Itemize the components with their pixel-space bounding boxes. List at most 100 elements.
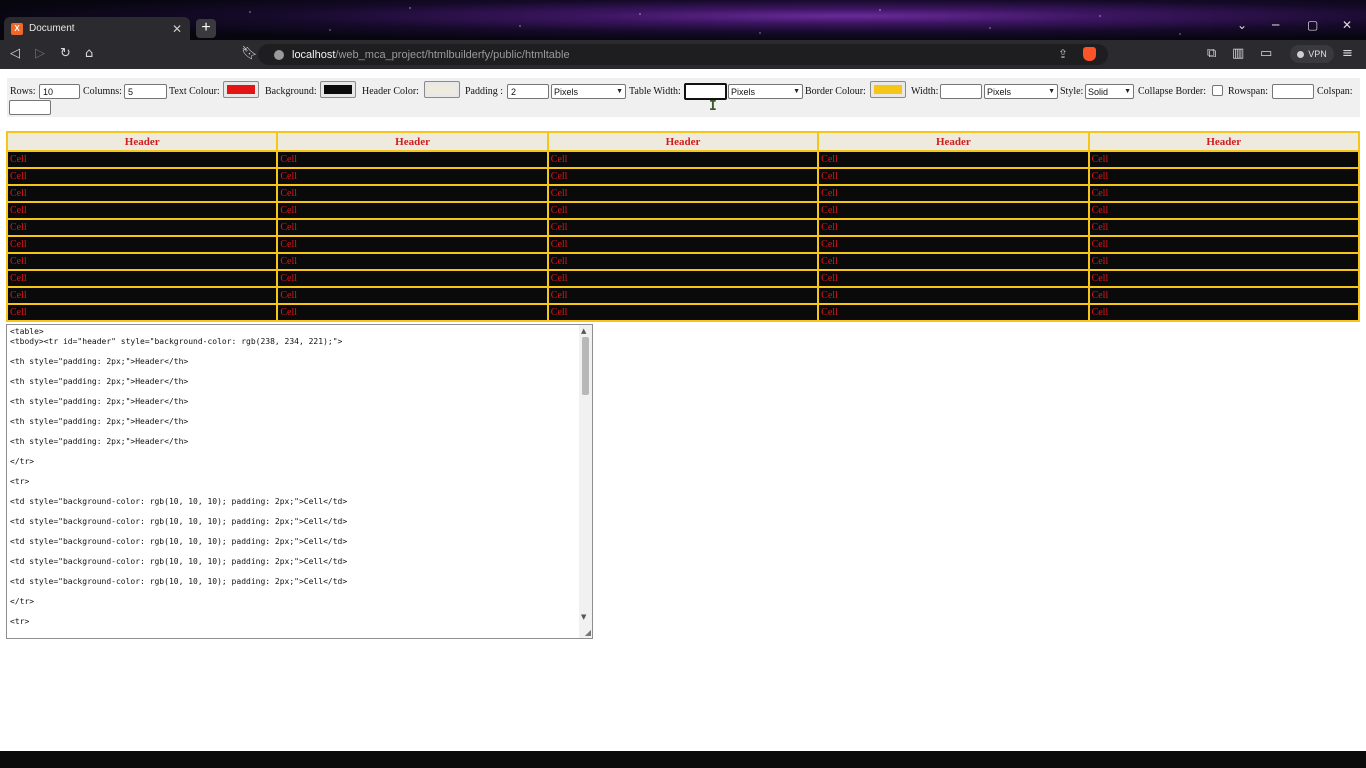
border-width-unit-value: Pixels bbox=[987, 86, 1012, 97]
scroll-up-icon[interactable]: ▲ bbox=[581, 327, 586, 335]
table-cell: Cell bbox=[277, 287, 548, 304]
code-line: <th style="padding: 2px;">Header</th> bbox=[10, 397, 189, 406]
code-line: <th style="padding: 2px;">Header</th> bbox=[10, 377, 189, 386]
tab-list-icon[interactable]: ⌄ bbox=[1237, 18, 1247, 32]
code-scrollbar[interactable]: ▲ ▼ bbox=[579, 325, 592, 638]
table-cell: Cell bbox=[818, 270, 1089, 287]
rows-input[interactable] bbox=[39, 84, 80, 99]
table-cell: Cell bbox=[818, 253, 1089, 270]
table-cell: Cell bbox=[547, 219, 819, 236]
table-cell: Cell bbox=[818, 219, 1089, 236]
address-bar[interactable]: localhost /web_mca_project/htmlbuilderfy… bbox=[258, 44, 1108, 65]
table-cell: Cell bbox=[1088, 236, 1359, 253]
close-tab-icon[interactable]: ✕ bbox=[170, 22, 184, 36]
code-line: <td style="background-color: rgb(10, 10,… bbox=[10, 537, 348, 546]
colspan-label: Colspan: bbox=[1317, 86, 1353, 97]
table-row: Cell Cell Cell Cell Cell bbox=[7, 168, 1359, 185]
table-cell: Cell bbox=[277, 253, 548, 270]
table-cell: Cell bbox=[818, 304, 1089, 321]
table-header-cell: Header bbox=[277, 132, 548, 151]
table-cell: Cell bbox=[7, 304, 278, 321]
xampp-favicon-icon: X bbox=[11, 22, 23, 35]
border-colour-swatch bbox=[874, 85, 902, 94]
vpn-button[interactable]: VPN bbox=[1290, 45, 1334, 63]
table-cell: Cell bbox=[7, 168, 278, 185]
chevron-down-icon: ▼ bbox=[1124, 88, 1131, 95]
table-row: Cell Cell Cell Cell Cell bbox=[7, 236, 1359, 253]
table-cell: Cell bbox=[7, 287, 278, 304]
browser-tabstrip: X Document ✕ + ⌄ ─ ▢ ✕ bbox=[0, 0, 1366, 40]
border-width-input[interactable] bbox=[940, 84, 982, 99]
table-width-label: Table Width: bbox=[629, 86, 681, 97]
table-header-cell: Header bbox=[7, 132, 278, 151]
resize-grip-icon[interactable]: ◢ bbox=[585, 628, 591, 637]
puzzle-icon[interactable]: ⧉ bbox=[1207, 46, 1216, 61]
site-info-icon[interactable] bbox=[274, 49, 284, 60]
rowspan-input[interactable] bbox=[1272, 84, 1314, 99]
wallet-icon[interactable]: ▭ bbox=[1260, 46, 1272, 61]
border-style-select[interactable]: Solid ▼ bbox=[1085, 84, 1134, 99]
close-window-icon[interactable]: ✕ bbox=[1342, 18, 1352, 32]
table-cell: Cell bbox=[1088, 253, 1359, 270]
minimize-icon[interactable]: ─ bbox=[1272, 18, 1279, 32]
columns-input[interactable] bbox=[124, 84, 167, 99]
code-line: <th style="padding: 2px;">Header</th> bbox=[10, 417, 189, 426]
border-width-unit-select[interactable]: Pixels ▼ bbox=[984, 84, 1058, 99]
header-colour-picker[interactable] bbox=[424, 81, 460, 98]
table-row: Cell Cell Cell Cell Cell bbox=[7, 270, 1359, 287]
generated-table: Header Header Header Header Header Cell C… bbox=[6, 131, 1360, 322]
columns-label: Columns: bbox=[83, 86, 122, 97]
table-width-unit-select[interactable]: Pixels ▼ bbox=[728, 84, 803, 99]
tab-document[interactable]: X Document ✕ bbox=[4, 17, 190, 40]
border-colour-label: Border Colour: bbox=[805, 86, 866, 97]
table-cell: Cell bbox=[7, 253, 278, 270]
table-width-input[interactable] bbox=[684, 83, 727, 100]
table-cell: Cell bbox=[547, 168, 819, 185]
table-cell: Cell bbox=[7, 185, 278, 202]
url-host: localhost bbox=[292, 48, 336, 61]
table-cell: Cell bbox=[1088, 151, 1359, 168]
table-cell: Cell bbox=[7, 219, 278, 236]
text-colour-picker[interactable] bbox=[223, 81, 259, 98]
rowspan-label: Rowspan: bbox=[1228, 86, 1268, 97]
table-cell: Cell bbox=[547, 270, 819, 287]
table-cell: Cell bbox=[1088, 270, 1359, 287]
maximize-icon[interactable]: ▢ bbox=[1307, 18, 1318, 32]
colspan-input[interactable] bbox=[9, 100, 51, 115]
generated-code-textarea[interactable]: <table> <tbody><tr id="header" style="bac… bbox=[6, 324, 593, 639]
bookmark-icon[interactable]: 🔖︎ bbox=[241, 46, 258, 61]
home-icon[interactable]: ⌂ bbox=[85, 46, 93, 61]
border-colour-picker[interactable] bbox=[870, 81, 906, 98]
background-colour-picker[interactable] bbox=[320, 81, 356, 98]
table-cell: Cell bbox=[277, 270, 548, 287]
reload-icon[interactable]: ↻ bbox=[60, 46, 71, 61]
table-header-cell: Header bbox=[547, 132, 819, 151]
sidebar-icon[interactable]: ▥ bbox=[1232, 46, 1244, 61]
table-header-cell: Header bbox=[1088, 132, 1359, 151]
table-cell: Cell bbox=[7, 236, 278, 253]
text-cursor-icon: I bbox=[709, 99, 717, 114]
header-colour-swatch bbox=[428, 85, 456, 94]
table-cell: Cell bbox=[7, 270, 278, 287]
back-icon[interactable]: ◁ bbox=[10, 46, 20, 61]
brave-shield-icon[interactable] bbox=[1083, 47, 1096, 61]
table-cell: Cell bbox=[7, 202, 278, 219]
taskbar-strip bbox=[0, 751, 1366, 768]
padding-unit-select[interactable]: Pixels ▼ bbox=[551, 84, 626, 99]
table-cell: Cell bbox=[277, 236, 548, 253]
table-cell: Cell bbox=[1088, 219, 1359, 236]
scroll-down-icon[interactable]: ▼ bbox=[581, 613, 586, 621]
code-line: </tr> bbox=[10, 597, 35, 606]
scroll-thumb[interactable] bbox=[582, 337, 589, 395]
hamburger-menu-icon[interactable]: ≡ bbox=[1342, 46, 1353, 61]
padding-input[interactable] bbox=[507, 84, 549, 99]
table-cell: Cell bbox=[277, 304, 548, 321]
text-colour-swatch bbox=[227, 85, 255, 94]
code-line: <td style="background-color: rgb(10, 10,… bbox=[10, 497, 348, 506]
new-tab-button[interactable]: + bbox=[196, 19, 216, 38]
collapse-border-checkbox[interactable] bbox=[1212, 85, 1223, 96]
background-colour-swatch bbox=[324, 85, 352, 94]
share-icon[interactable]: ⇪ bbox=[1058, 47, 1068, 61]
table-cell: Cell bbox=[1088, 287, 1359, 304]
forward-icon[interactable]: ▷ bbox=[35, 46, 45, 61]
